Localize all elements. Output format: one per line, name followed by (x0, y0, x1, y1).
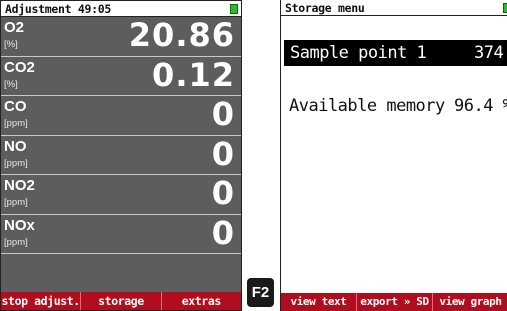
reading-row-no2: NO2 [ppm] 0 (1, 174, 241, 215)
f2-key-badge[interactable]: F2 (247, 278, 274, 307)
reading-value: 0 (211, 174, 235, 212)
reading-unit: [ppm] (4, 118, 28, 129)
sample-point-name: Sample point 1 (290, 43, 427, 63)
available-memory-value: 96.4 % (454, 96, 507, 116)
readings-list: O2 [%] 20.86 CO2 [%] 0.12 CO [ppm] 0 NO … (1, 16, 241, 254)
battery-icon (230, 4, 238, 14)
reading-name: NO2 (4, 177, 35, 194)
measurement-screen: Adjustment 49:05 O2 [%] 20.86 CO2 [%] 0.… (0, 0, 242, 311)
battery-icon (503, 3, 507, 13)
extras-softkey[interactable]: extras (160, 292, 241, 310)
reading-name: CO2 (4, 58, 35, 76)
storage-softkey[interactable]: storage (80, 292, 160, 310)
reading-row-o2: O2 [%] 20.86 (1, 16, 241, 57)
export-sd-softkey[interactable]: export » SD (356, 293, 432, 311)
reading-value: 0 (211, 95, 235, 133)
sample-point-row[interactable]: Sample point 1 374 (284, 40, 507, 66)
available-memory-label: Available memory (289, 96, 445, 116)
reading-unit: [ppm] (4, 197, 28, 208)
softkey-bar: stop adjust. storage extras (1, 292, 241, 310)
reading-unit: [ppm] (4, 236, 28, 248)
reading-unit: [ppm] (4, 157, 28, 169)
status-bar: Storage menu (281, 0, 507, 16)
reading-value: 20.86 (128, 16, 235, 54)
reading-value: 0.12 (152, 55, 235, 94)
reading-row-nox: NOx [ppm] 0 (1, 213, 241, 254)
storage-screen: Storage menu Sample point 1 374 Availabl… (280, 0, 507, 311)
reading-row-co2: CO2 [%] 0.12 (1, 55, 241, 96)
status-bar: Adjustment 49:05 (1, 1, 241, 17)
reading-name: NOx (4, 216, 35, 234)
sample-point-count: 374 (474, 43, 504, 63)
reading-name: O2 (4, 19, 25, 36)
screen-title: Adjustment 49:05 (5, 2, 111, 16)
reading-value: 0 (211, 134, 235, 173)
reading-unit: [%] (4, 78, 18, 90)
reading-row-co: CO [ppm] 0 (1, 95, 241, 136)
reading-row-no: NO [ppm] 0 (1, 134, 241, 175)
reading-name: NO (4, 137, 27, 155)
stop-adjust-softkey[interactable]: stop adjust. (1, 292, 81, 310)
reading-unit: [%] (4, 39, 18, 50)
reading-name: CO (4, 98, 27, 115)
view-graph-softkey[interactable]: view graph (432, 293, 507, 311)
reading-value: 0 (211, 213, 235, 252)
view-text-softkey[interactable]: view text (281, 293, 356, 311)
screen-title: Storage menu (285, 1, 365, 15)
softkey-bar: view text export » SD view graph (281, 293, 507, 311)
